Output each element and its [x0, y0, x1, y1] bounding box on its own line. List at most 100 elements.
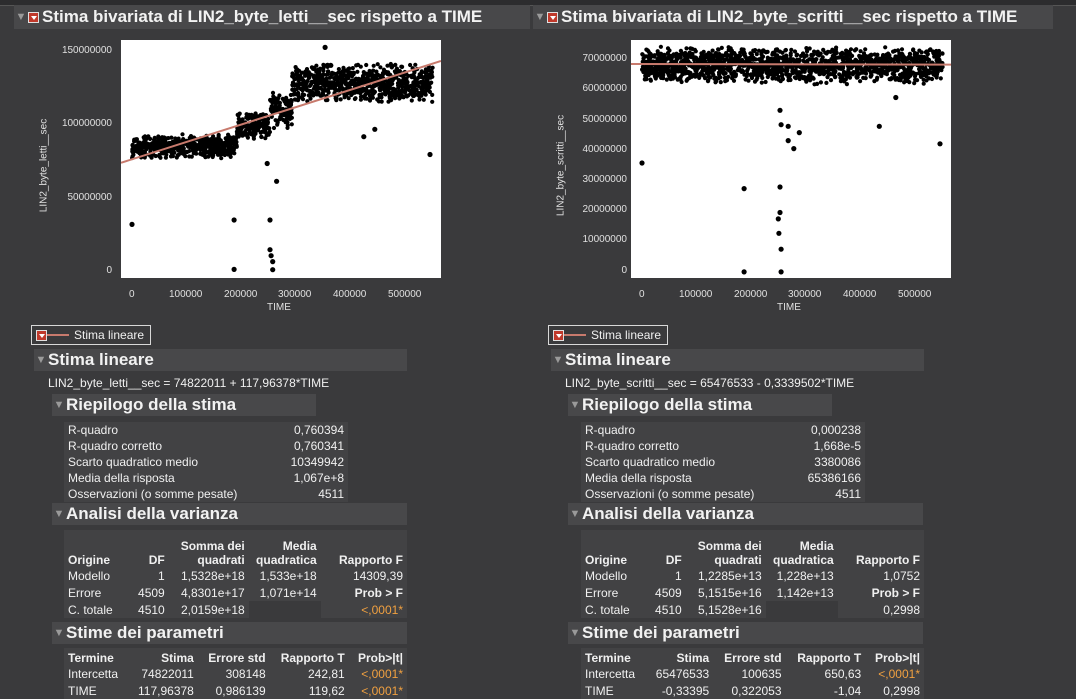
data-point [267, 129, 272, 135]
data-point [697, 75, 702, 80]
data-point [199, 152, 205, 157]
data-point [231, 139, 236, 144]
red-triangle-menu-icon[interactable] [28, 11, 39, 23]
data-point [912, 74, 918, 79]
data-point [815, 67, 820, 72]
fit-section-header[interactable]: ▼ Stima lineare [34, 349, 407, 371]
data-point [648, 77, 653, 82]
table-cell: 242,81 [269, 665, 349, 682]
column-header: Origine [64, 530, 128, 567]
y-tick-label: 100000000 [61, 118, 112, 129]
red-triangle-menu-icon[interactable] [547, 11, 558, 23]
data-point [417, 94, 422, 99]
table-cell: 0,2998 [837, 601, 924, 618]
data-point [316, 86, 321, 91]
table-cell: 0,986139 [197, 682, 270, 699]
table-row: Media della risposta 1,067e+8 [64, 470, 348, 486]
disclosure-triangle-icon[interactable]: ▼ [568, 627, 582, 639]
scatter-plot-left[interactable] [120, 40, 442, 278]
data-point [832, 50, 837, 55]
data-point [701, 49, 706, 54]
params-section-header[interactable]: ▼ Stime dei parametri [52, 622, 407, 644]
summary-section-header[interactable]: ▼ Riepilogo della stima [52, 394, 316, 416]
disclosure-triangle-icon[interactable]: ▼ [52, 508, 66, 520]
disclosure-triangle-icon[interactable]: ▼ [568, 399, 582, 411]
report-title: Stima bivariata di LIN2_byte_scritti__se… [561, 7, 1018, 26]
data-point [820, 68, 825, 73]
stat-value: 1,067e+8 [260, 470, 348, 486]
data-point [647, 67, 652, 72]
data-point [672, 75, 677, 80]
params-section-header[interactable]: ▼ Stime dei parametri [568, 622, 923, 644]
anova-section-header[interactable]: ▼ Analisi della varianza [52, 503, 407, 525]
data-point [297, 82, 302, 87]
disclosure-triangle-icon[interactable]: ▼ [568, 508, 582, 520]
table-row: TIME 117,96378 0,986139 119,62 <,0001* [64, 682, 407, 699]
table-row: Errore 4509 4,8301e+17 1,071e+14 Prob > … [64, 584, 407, 601]
data-point [840, 74, 845, 79]
stat-value: 0,760341 [260, 438, 348, 454]
data-point [719, 67, 724, 72]
table-cell: Intercetta [581, 665, 646, 682]
legend-fit-toggle[interactable]: Stima lineare [31, 325, 152, 345]
column-header: Errore std [197, 648, 270, 665]
summary-section-header[interactable]: ▼ Riepilogo della stima [568, 394, 832, 416]
table-cell: Errore [581, 584, 645, 601]
data-point [934, 48, 939, 54]
column-header: Termine [581, 648, 646, 665]
data-point [388, 96, 394, 102]
data-point [657, 68, 662, 73]
anova-section-header[interactable]: ▼ Analisi della varianza [568, 503, 923, 525]
data-point [863, 68, 868, 73]
data-point [850, 53, 855, 58]
data-point [336, 70, 341, 75]
data-point [915, 78, 920, 83]
y-axis-label: LIN2_byte_letti__sec [38, 118, 50, 213]
disclosure-triangle-icon[interactable]: ▼ [551, 354, 565, 366]
data-point [818, 80, 823, 85]
red-triangle-menu-icon[interactable] [553, 329, 564, 341]
column-header: Origine [581, 530, 645, 567]
fit-section-header[interactable]: ▼ Stima lineare [551, 349, 924, 371]
data-point [722, 59, 727, 64]
x-axis-label: TIME [777, 302, 801, 313]
data-point [351, 71, 356, 76]
table-cell: -0,33395 [645, 682, 714, 699]
data-point [408, 62, 413, 68]
scatter-plot-right[interactable] [630, 40, 952, 278]
data-point [761, 48, 766, 53]
disclosure-triangle-icon[interactable]: ▼ [52, 627, 66, 639]
disclosure-triangle-icon[interactable]: ▼ [14, 11, 28, 23]
disclosure-triangle-icon[interactable]: ▼ [52, 399, 66, 411]
data-point [423, 74, 428, 79]
table-cell: 4509 [127, 584, 169, 601]
report-header-right[interactable]: ▼ Stima bivariata di LIN2_byte_scritti__… [533, 5, 1053, 29]
disclosure-triangle-icon[interactable]: ▼ [34, 354, 48, 366]
data-point [872, 79, 877, 84]
data-point [787, 76, 792, 81]
red-triangle-menu-icon[interactable] [36, 329, 47, 341]
data-point [213, 143, 218, 148]
data-point [289, 122, 294, 127]
disclosure-triangle-icon[interactable]: ▼ [533, 11, 547, 23]
data-point [385, 70, 390, 76]
data-point [130, 142, 135, 147]
report-header-left[interactable]: ▼ Stima bivariata di LIN2_byte_letti__se… [14, 5, 530, 29]
column-header: Rapporto F [837, 530, 924, 567]
data-point [268, 97, 273, 103]
data-point [710, 48, 715, 53]
data-point [364, 87, 369, 92]
legend-fit-toggle[interactable]: Stima lineare [548, 325, 669, 345]
data-point [675, 57, 680, 62]
data-point [823, 50, 828, 55]
column-header: Errore std [713, 648, 786, 665]
data-point [210, 146, 215, 151]
data-point [940, 51, 945, 56]
stat-value: 1,668e-5 [777, 438, 865, 454]
x-tick-label: 300000 [278, 289, 312, 300]
table-cell: 4509 [644, 584, 686, 601]
table-row: R-quadro 0,760394 [64, 422, 348, 438]
table-cell: -1,04 [785, 682, 866, 699]
data-point [851, 70, 856, 76]
data-point [176, 145, 181, 150]
